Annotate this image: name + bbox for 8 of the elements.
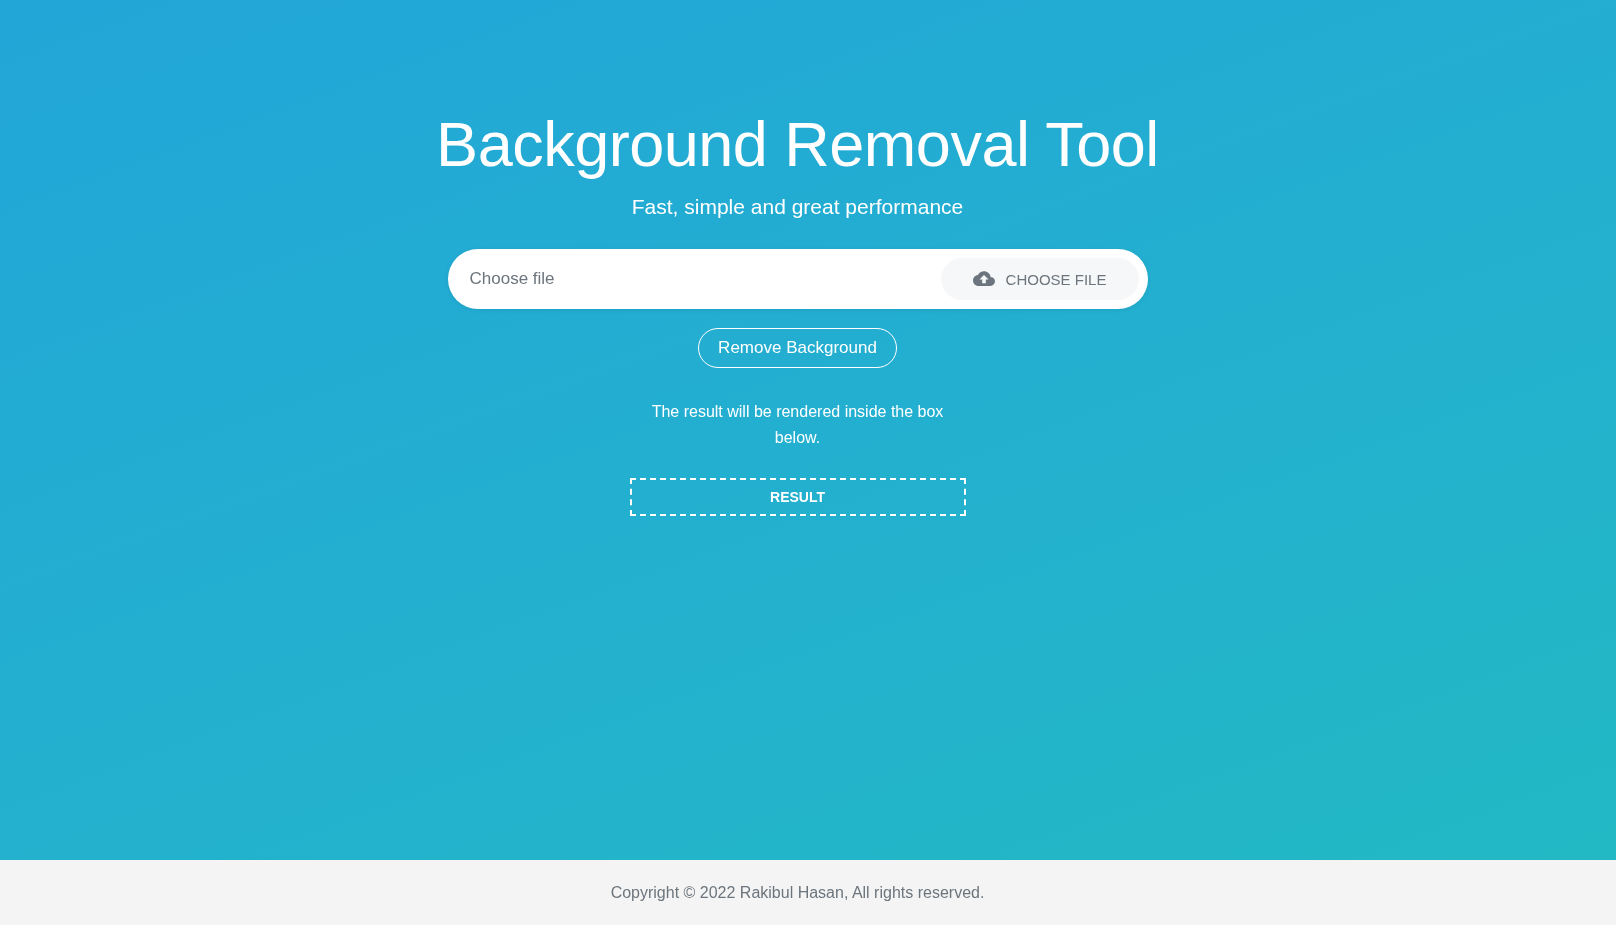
cloud-upload-icon <box>972 271 995 287</box>
file-input-field[interactable]: Choose file CHOOSE FILE <box>447 249 1148 309</box>
page-subtitle: Fast, simple and great performance <box>631 194 964 220</box>
page-title: Background Removal Tool <box>436 108 1159 181</box>
result-label: RESULT <box>770 489 825 505</box>
choose-file-button[interactable]: CHOOSE FILE <box>940 258 1139 300</box>
copyright-text: Copyright © 2022 Rakibul Hasan, All rights reserved. <box>610 883 985 902</box>
result-note: The result will be rendered inside the box below. <box>650 402 945 448</box>
